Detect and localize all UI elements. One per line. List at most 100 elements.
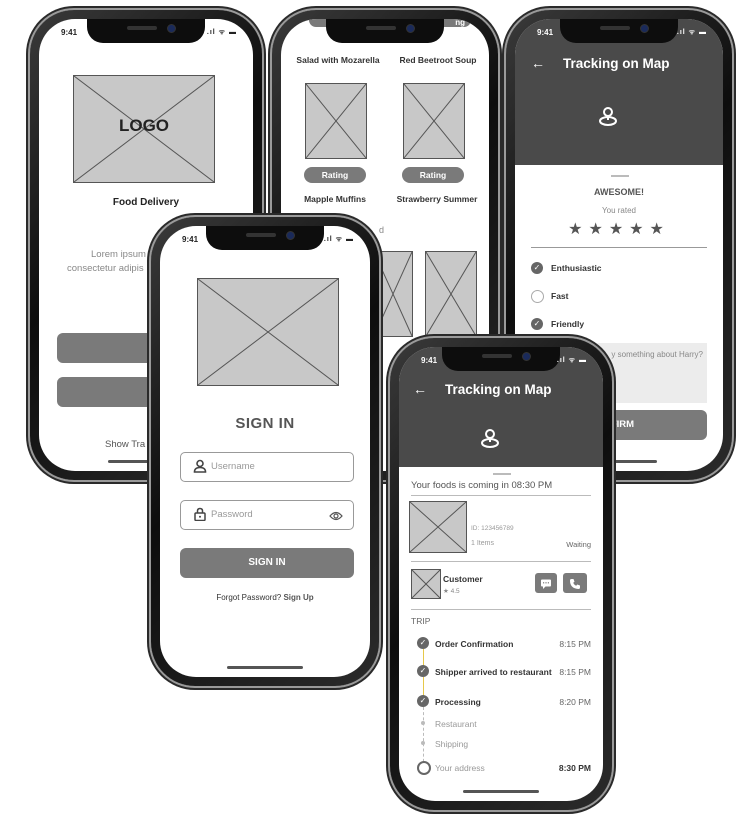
star-rating[interactable]: ★★★★★ xyxy=(515,219,723,239)
checked-circle-icon: ✓ xyxy=(417,695,429,707)
star-icon[interactable]: ★ xyxy=(629,221,649,238)
option-label: Friendly xyxy=(551,319,585,329)
map-pin-icon xyxy=(479,427,501,449)
trip-step-label: Processing xyxy=(435,697,481,707)
tracking-screen: ← Tracking on Map 9:41 .ıl ᯤ ▬ Your foods… xyxy=(399,347,603,801)
notch xyxy=(326,19,444,43)
rating-button-label: Rating xyxy=(419,170,447,180)
trip-label: TRIP xyxy=(411,616,431,626)
rating-header-title: Tracking on Map xyxy=(563,56,670,71)
star-icon[interactable]: ★ xyxy=(588,221,608,238)
signin-button-label: SIGN IN xyxy=(248,557,286,568)
option-row[interactable]: Fast xyxy=(531,289,711,305)
customer-name: Customer xyxy=(443,574,483,584)
status-icons: .ıl ᯤ ▬ xyxy=(323,236,354,243)
sheet-handle[interactable] xyxy=(611,175,629,177)
eye-icon[interactable] xyxy=(329,509,343,521)
status-bar: 9:41 .ıl ᯤ ▬ xyxy=(537,28,707,40)
phone-tracking: ← Tracking on Map 9:41 .ıl ᯤ ▬ Your foods… xyxy=(390,338,612,810)
home-indicator xyxy=(463,790,539,793)
checked-circle-icon: ✓ xyxy=(417,665,429,677)
dot-icon xyxy=(421,741,425,745)
welcome-body-line-2: consectetur adipis xyxy=(67,263,144,274)
status-time: 9:41 xyxy=(182,235,199,244)
rating-button-label: Rating xyxy=(321,170,349,180)
welcome-body-line-1: Lorem ipsum d xyxy=(91,249,154,260)
password-field[interactable]: Password xyxy=(180,500,354,530)
signin-image-placeholder xyxy=(197,278,339,386)
option-label: Enthusiastic xyxy=(551,263,602,273)
rating-pill-label: ng xyxy=(455,19,465,27)
trip-step-time: 8:15 PM xyxy=(559,639,591,649)
option-row[interactable]: ✓ Enthusiastic xyxy=(531,261,711,277)
option-label: Fast xyxy=(551,291,569,301)
menu-item-image[interactable] xyxy=(305,83,367,159)
divider xyxy=(411,609,591,610)
status-bar: 9:41 .ıl ᯤ ▬ xyxy=(61,28,237,40)
status-icons: .ıl ᯤ ▬ xyxy=(556,357,587,364)
trip-step-label: Order Confirmation xyxy=(435,639,514,649)
home-indicator xyxy=(227,666,303,669)
call-button[interactable] xyxy=(563,573,587,593)
sheet-handle[interactable] xyxy=(493,473,511,475)
divider xyxy=(411,561,591,562)
trip-step-label: Restaurant xyxy=(435,719,477,729)
trip-step: ✓ Shipper arrived to restaurant 8:15 PM xyxy=(411,665,591,681)
chat-icon xyxy=(540,577,552,589)
star-icon[interactable]: ★ xyxy=(650,221,670,238)
menu-item-name: Mapple Muffins xyxy=(304,194,366,204)
eta-text: Your foods is coming in 08:30 PM xyxy=(411,480,553,491)
option-row[interactable]: ✓ Friendly xyxy=(531,317,711,333)
status-time: 9:41 xyxy=(61,28,78,37)
signin-button[interactable]: SIGN IN xyxy=(180,548,354,578)
status-time: 9:41 xyxy=(421,356,438,365)
dot-icon xyxy=(421,721,425,725)
logo-text: LOGO xyxy=(118,116,170,135)
trip-step-label: Shipping xyxy=(435,739,469,749)
username-field[interactable]: Username xyxy=(180,452,354,482)
rating-button[interactable]: Rating xyxy=(402,167,464,183)
star-icon[interactable]: ★ xyxy=(609,221,629,238)
signin-title: SIGN IN xyxy=(235,415,295,432)
map-pin-icon xyxy=(597,105,619,127)
menu-item-image[interactable] xyxy=(425,251,477,337)
status-icons: .ıl ᯤ ▬ xyxy=(206,29,237,36)
sign-up-link[interactable]: Sign Up xyxy=(283,593,313,602)
order-items-count: 1 Items xyxy=(471,540,494,547)
message-button[interactable] xyxy=(535,573,557,593)
forgot-password-link[interactable]: Forgot Password? xyxy=(216,593,281,602)
welcome-link[interactable]: Show Tra xyxy=(105,439,145,450)
trip-step-time: 8:15 PM xyxy=(559,667,591,677)
password-placeholder: Password xyxy=(211,509,253,520)
trip-step: Shipping xyxy=(411,737,591,753)
tracking-header-title: Tracking on Map xyxy=(445,382,552,397)
checked-circle-icon[interactable]: ✓ xyxy=(531,262,543,274)
status-time: 9:41 xyxy=(537,28,554,37)
app-name: Food Delivery xyxy=(112,197,180,208)
status-icons: .ıl ᯤ ▬ xyxy=(676,29,707,36)
rating-button[interactable]: Rating xyxy=(304,167,366,183)
menu-partial-text: d xyxy=(379,225,385,235)
phone-icon xyxy=(569,577,581,589)
you-rated-label: You rated xyxy=(602,206,636,215)
star-icon[interactable]: ★ xyxy=(568,221,588,238)
status-bar: 9:41 .ıl ᯤ ▬ xyxy=(421,356,587,368)
checked-circle-icon[interactable]: ✓ xyxy=(531,318,543,330)
menu-item-name: Salad with Mozarella xyxy=(296,55,380,65)
signin-screen: 9:41 .ıl ᯤ ▬ SIGN IN Username Password SI… xyxy=(160,226,370,677)
order-image xyxy=(409,501,467,553)
trip-step-time: 8:30 PM xyxy=(558,763,591,773)
divider xyxy=(531,247,707,248)
trip-step-time: 8:20 PM xyxy=(559,697,591,707)
location-target-icon xyxy=(417,761,431,775)
phone-signin: 9:41 .ıl ᯤ ▬ SIGN IN Username Password SI… xyxy=(151,217,379,686)
status-bar: 9:41 .ıl ᯤ ▬ xyxy=(182,235,354,247)
unchecked-circle-icon[interactable] xyxy=(531,290,544,303)
back-arrow-icon[interactable]: ← xyxy=(413,381,427,397)
menu-item-image[interactable] xyxy=(373,251,413,337)
menu-item-image[interactable] xyxy=(403,83,465,159)
trip-step-label: Shipper arrived to restaurant xyxy=(435,667,552,677)
back-arrow-icon[interactable]: ← xyxy=(531,55,545,71)
trip-step: ✓ Processing 8:20 PM xyxy=(411,695,591,711)
menu-item-name: Red Beetroot Soup xyxy=(399,55,477,65)
